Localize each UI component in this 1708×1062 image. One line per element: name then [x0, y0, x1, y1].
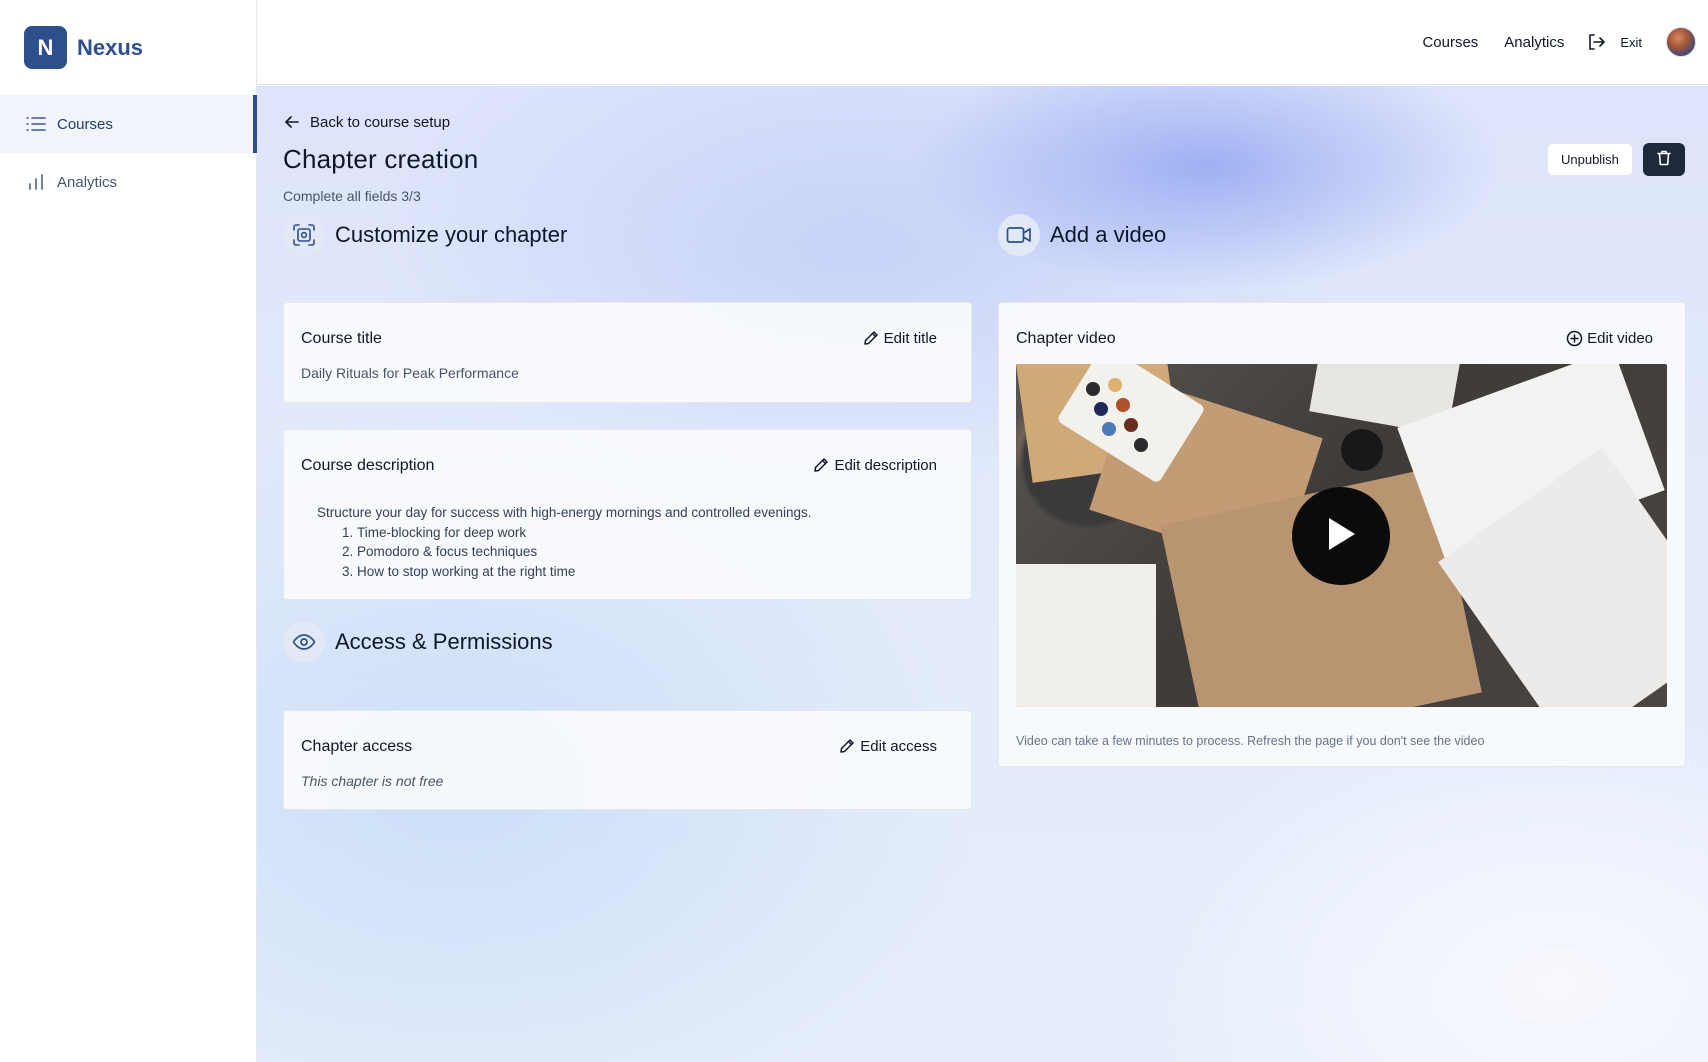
exit-label: Exit: [1620, 34, 1642, 50]
bar-chart-icon: [25, 171, 47, 193]
play-button[interactable]: [1292, 487, 1390, 585]
logout-icon: [1586, 32, 1606, 52]
video-thumbnail-shape: [1016, 564, 1156, 707]
back-to-course-setup-link[interactable]: Back to course setup: [284, 113, 450, 131]
back-label: Back to course setup: [310, 113, 451, 131]
delete-button[interactable]: [1643, 143, 1685, 176]
video-processing-note: Video can take a few minutes to process.…: [1016, 734, 1485, 748]
brand-name: Nexus: [77, 34, 144, 60]
sidebar-item-label: Courses: [57, 115, 113, 133]
video-player[interactable]: [1016, 364, 1667, 707]
chapter-video-card: Chapter video Edit video Video can take …: [998, 302, 1686, 767]
video-heading: Add a video: [1050, 222, 1167, 247]
edit-video-label: Edit video: [1587, 329, 1653, 347]
play-icon: [1323, 514, 1359, 559]
main-content: Back to course setup Chapter creation Co…: [257, 86, 1708, 1062]
header-link-courses[interactable]: Courses: [1422, 34, 1478, 51]
plus-circle-icon: [1566, 329, 1584, 347]
access-section-header: Access & Permissions: [283, 621, 553, 663]
header-link-analytics[interactable]: Analytics: [1504, 34, 1564, 51]
pencil-icon: [813, 456, 831, 474]
chapter-access-card: Chapter access Edit access This chapter …: [283, 710, 972, 810]
access-heading: Access & Permissions: [335, 629, 553, 654]
chapter-video-label: Chapter video: [1016, 330, 1116, 347]
edit-video-button[interactable]: Edit video: [1566, 329, 1653, 347]
course-description-value: Structure your day for success with high…: [317, 503, 812, 581]
avatar[interactable]: [1666, 27, 1696, 57]
video-camera-icon: [998, 214, 1040, 256]
completion-status: Complete all fields 3/3: [283, 188, 421, 204]
sidebar-item-analytics[interactable]: Analytics: [0, 153, 256, 211]
edit-description-button[interactable]: Edit description: [813, 456, 937, 474]
arrow-left-icon: [284, 113, 302, 131]
unpublish-button[interactable]: Unpublish: [1547, 143, 1633, 176]
pencil-icon: [839, 737, 857, 755]
video-thumbnail-shape: [1341, 429, 1383, 471]
sidebar-item-label: Analytics: [57, 173, 118, 191]
video-section-header: Add a video: [998, 214, 1166, 256]
list-icon: [25, 113, 47, 135]
description-intro: Structure your day for success with high…: [317, 505, 812, 520]
edit-access-label: Edit access: [860, 737, 937, 755]
edit-title-label: Edit title: [883, 329, 937, 347]
chapter-access-value: This chapter is not free: [301, 773, 444, 789]
sidebar: N Nexus Courses Analytics: [0, 0, 257, 1062]
eye-icon: [283, 621, 325, 663]
course-title-label: Course title: [301, 330, 382, 347]
course-title-card: Course title Edit title Daily Rituals fo…: [283, 302, 972, 403]
course-description-label: Course description: [301, 457, 435, 474]
customize-heading: Customize your chapter: [335, 222, 568, 247]
page-title: Chapter creation: [283, 144, 479, 174]
brand[interactable]: N Nexus: [0, 0, 256, 95]
course-description-card: Course description Edit description Stru…: [283, 429, 972, 600]
pencil-icon: [863, 329, 881, 347]
trash-icon: [1657, 150, 1671, 169]
sidebar-item-courses[interactable]: Courses: [0, 95, 257, 153]
edit-access-button[interactable]: Edit access: [839, 737, 937, 755]
list-item: How to stop working at the right time: [357, 562, 812, 582]
edit-title-button[interactable]: Edit title: [863, 329, 937, 347]
list-item: Pomodoro & focus techniques: [357, 542, 812, 562]
exit-button[interactable]: Exit: [1586, 32, 1642, 52]
description-list: Time-blocking for deep work Pomodoro & f…: [357, 523, 812, 582]
edit-description-label: Edit description: [834, 456, 937, 474]
top-header: Courses Analytics Exit: [257, 0, 1708, 85]
list-item: Time-blocking for deep work: [357, 523, 812, 543]
chapter-access-label: Chapter access: [301, 738, 413, 755]
customize-icon: [283, 214, 325, 256]
course-title-value: Daily Rituals for Peak Performance: [301, 365, 519, 381]
brand-logo: N: [24, 26, 67, 69]
customize-section-header: Customize your chapter: [283, 214, 567, 256]
